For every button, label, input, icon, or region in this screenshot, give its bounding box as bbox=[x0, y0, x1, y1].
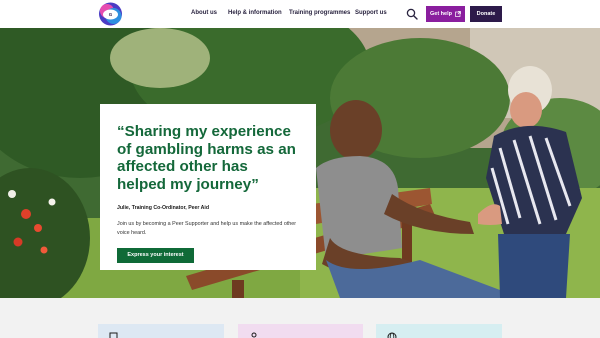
get-help-label: Get help bbox=[429, 11, 452, 17]
nav-support-us[interactable]: Support us bbox=[355, 10, 387, 16]
service-card-1[interactable] bbox=[98, 324, 224, 338]
quote-card: “Sharing my experience of gambling harms… bbox=[100, 104, 316, 270]
external-link-icon bbox=[100, 104, 106, 110]
svg-text:G: G bbox=[109, 12, 113, 17]
hero-quote: “Sharing my experience of gambling harms… bbox=[117, 123, 296, 193]
services-section bbox=[0, 298, 600, 338]
hero-section: “Sharing my experience of gambling harms… bbox=[0, 28, 600, 298]
service-card-2[interactable] bbox=[238, 324, 363, 338]
gamcare-logo-icon[interactable]: G bbox=[98, 2, 123, 26]
nav-help-information[interactable]: Help & information bbox=[228, 10, 282, 16]
express-interest-button[interactable]: Express your interest bbox=[100, 104, 194, 263]
quote-attribution: Julie, Training Co-Ordinator, Peer Aid bbox=[117, 205, 210, 212]
nav-about-us[interactable]: About us bbox=[191, 10, 217, 16]
laptop-icon bbox=[109, 332, 118, 338]
express-interest-label: Express your interest bbox=[127, 252, 184, 259]
search-icon[interactable] bbox=[406, 8, 418, 20]
site-header: G About us Help & information Training p… bbox=[0, 0, 600, 28]
donate-button[interactable]: Donate bbox=[470, 6, 502, 22]
external-link-icon bbox=[455, 11, 461, 17]
person-icon bbox=[251, 332, 257, 338]
get-help-button[interactable]: Get help bbox=[426, 6, 465, 22]
hero-body-text: Join us by becoming a Peer Supporter and… bbox=[117, 221, 297, 236]
service-card-3[interactable] bbox=[376, 324, 502, 338]
globe-icon bbox=[387, 332, 397, 338]
nav-training-programmes[interactable]: Training programmes bbox=[289, 10, 350, 16]
